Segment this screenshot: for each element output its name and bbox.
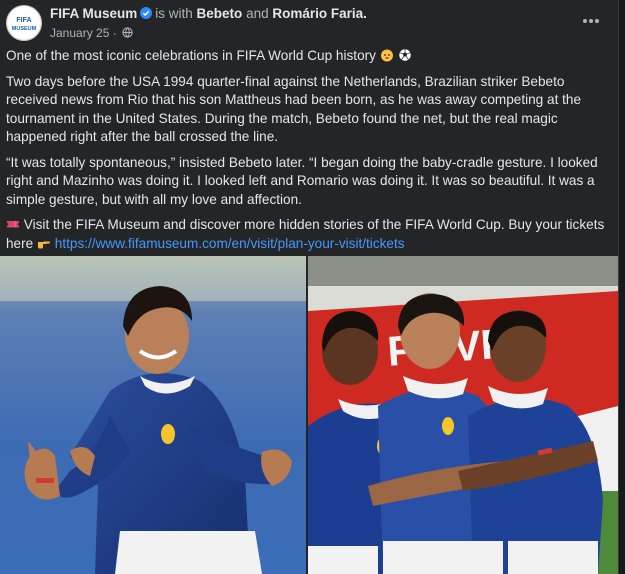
post-meta: January 25 · (50, 26, 133, 40)
post-body: One of the most iconic celebrations in F… (6, 47, 610, 260)
svg-text:FIFA: FIFA (16, 17, 31, 24)
post-author-line: FIFA Museum is with Bebeto and Romário Fa… (50, 6, 367, 21)
public-globe-icon (122, 27, 133, 38)
post-paragraph: Two days before the USA 1994 quarter-fin… (6, 73, 582, 145)
post-paragraph: Visit the FIFA Museum and discover more … (6, 216, 610, 253)
post-paragraph: One of the most iconic celebrations in F… (6, 47, 610, 66)
and-text: and (246, 6, 269, 21)
more-options-icon[interactable] (580, 14, 602, 28)
post-header: FIFA MUSEUM FIFA Museum is with Bebeto an… (6, 5, 606, 43)
post-paragraph: “It was totally spontaneous,” insisted B… (6, 154, 598, 207)
photo-bebeto-celebrating[interactable] (0, 256, 306, 574)
tickets-link[interactable]: https://www.fifamuseum.com/en/visit/plan… (55, 236, 405, 251)
soccer-ball-emoji (398, 48, 411, 62)
photo-baby-cradle-celebration[interactable]: FE VR (308, 256, 618, 574)
post-date-link[interactable]: January 25 (50, 26, 109, 40)
tagged-person-link[interactable]: Romário Faria. (272, 6, 367, 21)
ticket-emoji (7, 221, 19, 228)
verified-badge-icon (140, 7, 153, 19)
svg-text:MUSEUM: MUSEUM (12, 26, 37, 32)
baby-emoji (380, 48, 393, 62)
with-text: is with (155, 6, 193, 21)
post-photos: FE VR (0, 256, 618, 574)
pointing-hand-emoji (38, 241, 50, 248)
facebook-post: FIFA MUSEUM FIFA Museum is with Bebeto an… (0, 0, 619, 574)
page-name-link[interactable]: FIFA Museum (50, 6, 137, 21)
paragraph-text: One of the most iconic celebrations in F… (6, 48, 376, 63)
tagged-person-link[interactable]: Bebeto (197, 6, 243, 21)
fifa-museum-avatar[interactable]: FIFA MUSEUM (6, 5, 42, 41)
